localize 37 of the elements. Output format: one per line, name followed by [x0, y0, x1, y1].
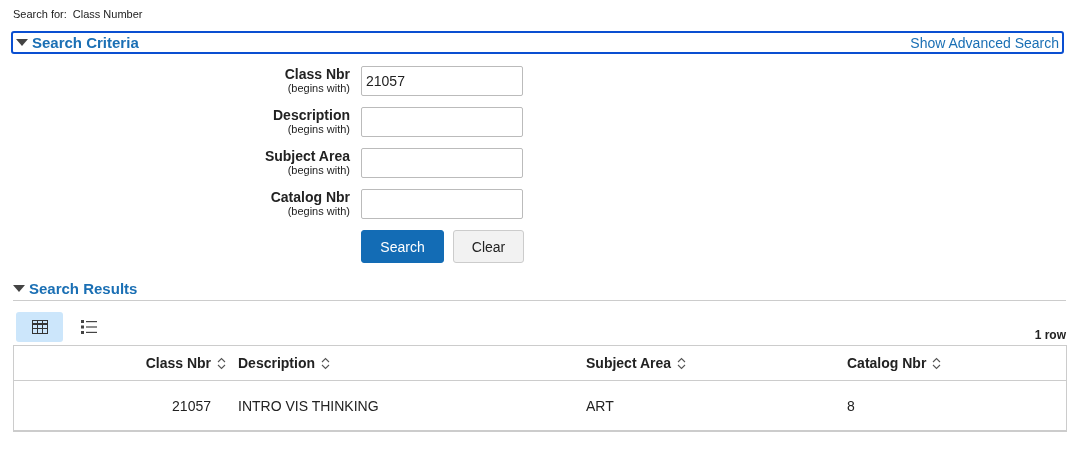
column-header[interactable]: Class Nbr	[145, 355, 226, 371]
search-for-value: Class Number	[72, 8, 143, 22]
column-header[interactable]: Description	[238, 355, 330, 371]
collapse-triangle-icon	[16, 38, 28, 47]
field-label: Description	[273, 107, 350, 123]
search-button[interactable]: Search	[361, 230, 444, 263]
clear-button[interactable]: Clear	[453, 230, 524, 263]
list-icon	[80, 320, 97, 334]
input-field[interactable]	[361, 148, 523, 178]
table-cell: INTRO VIS THINKING	[238, 397, 379, 414]
input-field[interactable]	[361, 107, 523, 137]
table-cell: 8	[847, 397, 855, 414]
input-field[interactable]: 21057	[361, 66, 523, 96]
search-results-toggle[interactable]: Search Results	[13, 280, 138, 297]
collapse-triangle-icon	[13, 284, 25, 293]
search-for-label: Search for:	[13, 8, 67, 22]
sort-icon	[217, 356, 226, 370]
row-count: 1 row	[1034, 328, 1066, 342]
sort-icon	[932, 356, 942, 370]
table-cell: 21057	[172, 397, 211, 414]
field-hint: (begins with)	[287, 164, 350, 177]
column-header[interactable]: Subject Area	[586, 355, 687, 371]
search-criteria-toggle[interactable]: Search Criteria	[13, 34, 139, 51]
sort-icon	[321, 356, 330, 370]
field-label: Subject Area	[264, 148, 350, 164]
input-field[interactable]	[361, 189, 523, 219]
show-advanced-search-link[interactable]: Show Advanced Search	[910, 34, 1059, 51]
table-cell: ART	[586, 397, 614, 414]
grid-view-button[interactable]	[16, 312, 63, 342]
field-hint: (begins with)	[287, 123, 350, 136]
sort-icon	[677, 356, 687, 370]
field-label: Class Nbr	[284, 66, 350, 82]
field-label: Catalog Nbr	[270, 189, 350, 205]
grid-icon	[31, 320, 48, 334]
field-hint: (begins with)	[287, 205, 350, 218]
field-hint: (begins with)	[287, 82, 350, 95]
column-header[interactable]: Catalog Nbr	[847, 355, 942, 371]
